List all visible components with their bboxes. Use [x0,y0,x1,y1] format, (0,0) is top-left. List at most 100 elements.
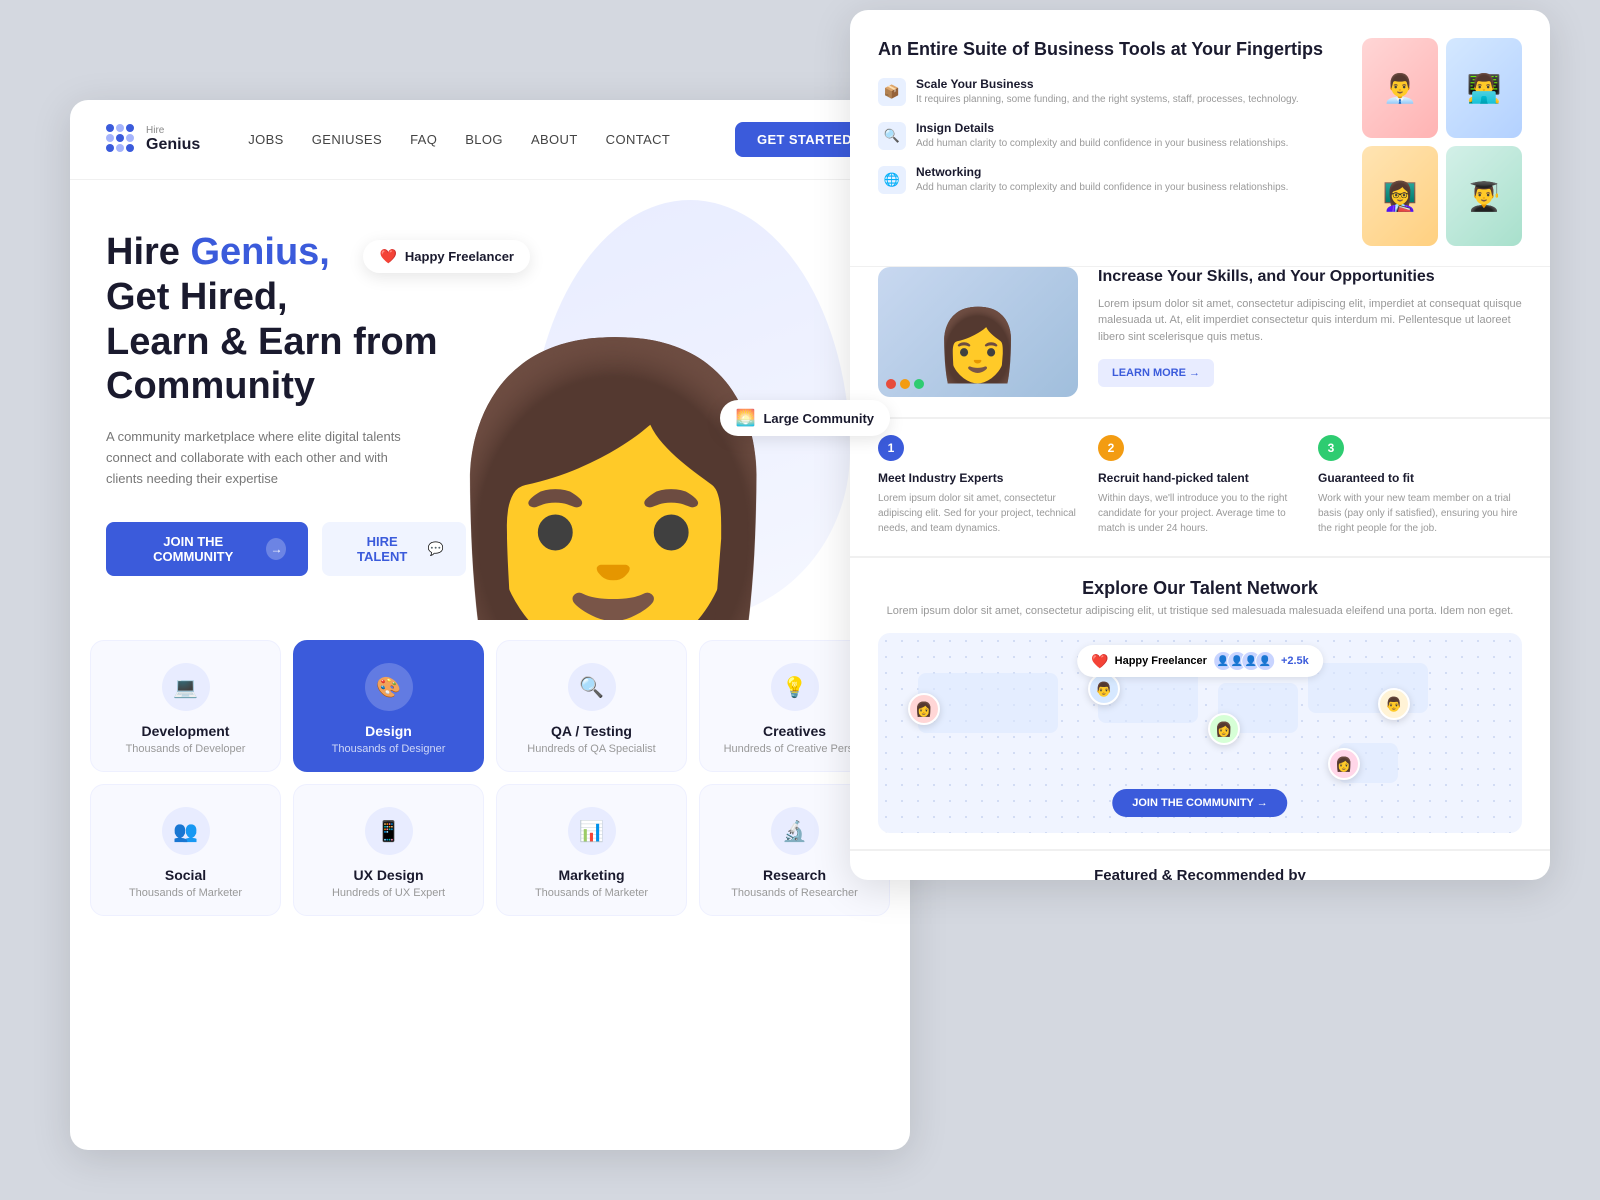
logo-dot [106,144,114,152]
feature-networking: 🌐 Networking Add human clarity to comple… [878,165,1342,195]
social-icon: 👥 [162,807,210,855]
ux-icon: 📱 [365,807,413,855]
talent-section: Explore Our Talent Network Lorem ipsum d… [850,557,1550,849]
avatar-pin-3: 👩 [1208,713,1240,745]
cat-desc-qa: Hundreds of QA Specialist [527,743,655,755]
logo-dot [126,134,134,142]
badge-avatar-4: 👤 [1255,651,1275,671]
cat-name-qa: QA / Testing [551,723,632,739]
step-3: 3 Guaranteed to fit Work with your new t… [1318,435,1522,536]
hero-text: Hire Genius, Get Hired, Learn & Earn fro… [106,230,466,576]
avatar-pin-2: 👨 [1088,673,1120,705]
person-image-1: 👨‍💼 [1362,38,1438,138]
category-social[interactable]: 👥 Social Thousands of Marketer [90,784,281,916]
community-icon: 🌅 [736,408,756,428]
scale-desc: It requires planning, some funding, and … [916,93,1342,107]
avatar-pin-1: 👩 [908,693,940,725]
nav-geniuses[interactable]: GENIUSES [312,132,382,147]
insign-desc: Add human clarity to complexity and buil… [916,137,1342,151]
networking-icon: 🌐 [878,166,906,194]
category-ux[interactable]: 📱 UX Design Hundreds of UX Expert [293,784,484,916]
video-dot-green [914,379,924,389]
step-title-3: Guaranteed to fit [1318,471,1522,485]
category-qa[interactable]: 🔍 QA / Testing Hundreds of QA Specialist [496,640,687,772]
category-design[interactable]: 🎨 Design Thousands of Designer [293,640,484,772]
step-title-1: Meet Industry Experts [878,471,1082,485]
category-development[interactable]: 💻 Development Thousands of Developer [90,640,281,772]
category-marketing[interactable]: 📊 Marketing Thousands of Marketer [496,784,687,916]
hero-section: Hire Genius, Get Hired, Learn & Earn fro… [70,180,910,620]
avatar-pin-5: 👩 [1328,748,1360,780]
learn-more-button[interactable]: LEARN MORE → [1098,359,1214,387]
networking-desc: Add human clarity to complexity and buil… [916,181,1342,195]
map-join-button[interactable]: JOIN THE COMMUNITY → [1112,789,1287,817]
video-thumbnail[interactable]: 👩 [878,267,1078,397]
nav-blog[interactable]: BLOG [465,132,503,147]
video-section: 👩 Increase Your Skills, and Your Opportu… [850,267,1550,417]
step-desc-2: Within days, we'll introduce you to the … [1098,491,1302,536]
design-icon: 🎨 [365,663,413,711]
logo-dot [126,124,134,132]
categories-row2: 👥 Social Thousands of Marketer 📱 UX Desi… [90,784,890,916]
qa-icon: 🔍 [568,663,616,711]
nav-faq[interactable]: FAQ [410,132,437,147]
cat-name-marketing: Marketing [558,867,624,883]
logo-text: Hire Genius [146,125,200,154]
join-community-button[interactable]: JOIN THE COMMUNITY → [106,522,308,576]
logo-dot [116,144,124,152]
back-card: An Entire Suite of Business Tools at You… [850,10,1550,880]
logo-dot [106,124,114,132]
freelancer-label: Happy Freelancer [405,249,514,264]
cat-name-social: Social [165,867,206,883]
featured-title: Featured & Recommended by [878,867,1522,880]
person-image-3: 👩‍🏫 [1362,146,1438,246]
cat-desc-design: Thousands of Designer [332,743,446,755]
logo-hire-label: Hire [146,125,200,136]
video-desc: Lorem ipsum dolor sit amet, consectetur … [1098,296,1522,346]
heart-icon: ❤️ [379,248,396,265]
hire-label: HIRE TALENT [344,534,419,564]
nav-jobs[interactable]: JOBS [248,132,284,147]
video-dot-yellow [900,379,910,389]
feature-insign-text: Insign Details Add human clarity to comp… [916,121,1342,151]
person-face-1: 👨‍💼 [1362,38,1438,138]
video-controls [886,379,924,389]
cat-name-design: Design [365,723,412,739]
talent-title: Explore Our Talent Network [878,578,1522,599]
video-title: Increase Your Skills, and Your Opportuni… [1098,267,1522,288]
business-tools-text: An Entire Suite of Business Tools at You… [878,38,1342,246]
business-tools-section: An Entire Suite of Business Tools at You… [850,10,1550,266]
badge-community: 🌅 Large Community [720,400,890,436]
step-num-2: 2 [1098,435,1124,461]
nav-links: JOBS GENIUSES FAQ BLOG ABOUT CONTACT [248,131,735,149]
map-heart-icon: ❤️ [1091,653,1108,670]
cat-desc-social: Thousands of Marketer [129,887,242,899]
navigation: Hire Genius JOBS GENIUSES FAQ BLOG ABOUT… [70,100,910,180]
logo-icon [106,124,138,156]
scale-icon: 📦 [878,78,906,106]
feature-networking-text: Networking Add human clarity to complexi… [916,165,1342,195]
map-happy-label: Happy Freelancer [1115,655,1207,667]
insign-icon: 🔍 [878,122,906,150]
categories-section: 💻 Development Thousands of Developer 🎨 D… [70,620,910,958]
logo-genius-label: Genius [146,136,200,154]
logo[interactable]: Hire Genius [106,124,200,156]
video-person: 👩 [934,305,1021,387]
join-arrow-icon: → [266,538,286,560]
step-title-2: Recruit hand-picked talent [1098,471,1302,485]
categories-row1: 💻 Development Thousands of Developer 🎨 D… [90,640,890,772]
nav-about[interactable]: ABOUT [531,132,578,147]
cat-name-ux: UX Design [353,867,423,883]
badge-avatars: 👤 👤 👤 👤 [1213,651,1275,671]
logo-dot [116,124,124,132]
talent-subtitle: Lorem ipsum dolor sit amet, consectetur … [878,605,1522,617]
nav-contact[interactable]: CONTACT [606,132,671,147]
continent-asia [1308,663,1428,713]
logo-dot [126,144,134,152]
featured-section: Featured & Recommended by 🔷 Boltshift ◻ … [850,850,1550,880]
badge-count: +2.5k [1281,655,1309,667]
cat-desc-marketing: Thousands of Marketer [535,887,648,899]
step-2: 2 Recruit hand-picked talent Within days… [1098,435,1302,536]
development-icon: 💻 [162,663,210,711]
step-desc-1: Lorem ipsum dolor sit amet, consectetur … [878,491,1082,536]
